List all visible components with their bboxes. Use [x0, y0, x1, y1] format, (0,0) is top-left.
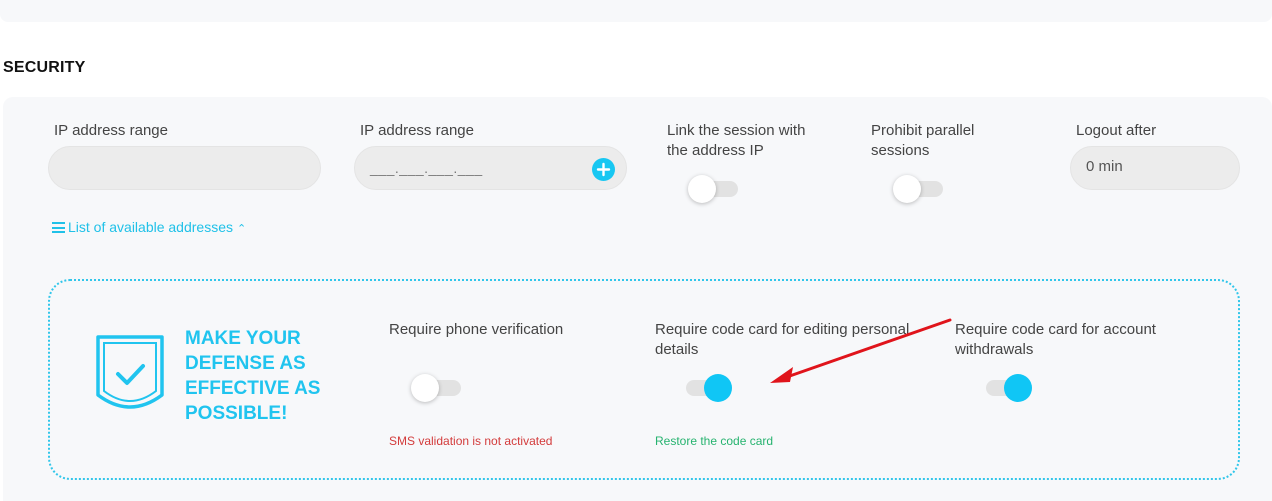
- code-card-withdrawals-label-line1: Require code card for account: [955, 321, 1156, 338]
- restore-code-card-link[interactable]: Restore the code card: [655, 434, 773, 448]
- logout-after-value: 0 min: [1086, 158, 1123, 175]
- toggle-knob: [1004, 374, 1032, 402]
- promo-line: DEFENSE AS: [185, 353, 306, 374]
- code-card-personal-label-line2: details: [655, 341, 699, 358]
- code-card-personal-toggle[interactable]: [682, 373, 734, 403]
- ip-range-2-placeholder: ___.___.___.___: [370, 160, 483, 176]
- promo-line: EFFECTIVE AS: [185, 378, 321, 399]
- logout-after-input[interactable]: 0 min: [1070, 146, 1240, 190]
- sms-status-note: SMS validation is not activated: [389, 434, 553, 448]
- logout-after-label: Logout after: [1076, 122, 1157, 139]
- promo-line: POSSIBLE!: [185, 403, 288, 424]
- toggle-knob: [704, 374, 732, 402]
- toggle-knob: [688, 175, 716, 203]
- ip-range-1-label: IP address range: [54, 122, 168, 139]
- phone-verification-label: Require phone verification: [389, 321, 564, 338]
- ip-range-2-input[interactable]: ___.___.___.___: [354, 146, 627, 190]
- section-title: SECURITY: [3, 59, 86, 76]
- plus-icon: [596, 162, 611, 177]
- prohibit-parallel-label-line1: Prohibit parallel: [871, 122, 975, 139]
- toggle-knob: [893, 175, 921, 203]
- promo-headline: MAKE YOUR DEFENSE AS EFFECTIVE AS POSSIB…: [185, 326, 335, 426]
- toggle-knob: [411, 374, 439, 402]
- link-session-label-line2: the address IP: [667, 142, 764, 159]
- prohibit-parallel-toggle[interactable]: [893, 174, 945, 204]
- annotation-arrow-icon: [770, 318, 952, 383]
- code-card-withdrawals-toggle[interactable]: [982, 373, 1034, 403]
- phone-verification-toggle[interactable]: [411, 373, 463, 403]
- promo-line: MAKE YOUR: [185, 328, 301, 349]
- chevron-up-icon: ⌃: [237, 223, 247, 235]
- previous-section-panel: [0, 0, 1272, 22]
- add-ip-button[interactable]: [592, 158, 615, 181]
- link-session-toggle[interactable]: [688, 174, 740, 204]
- prohibit-parallel-label-line2: sessions: [871, 142, 930, 159]
- list-addresses-link[interactable]: List of available addresses ⌃: [52, 219, 246, 235]
- list-addresses-label: List of available addresses: [68, 219, 233, 235]
- shield-check-icon: [96, 335, 164, 409]
- ip-range-1-input[interactable]: [48, 146, 321, 190]
- ip-range-2-label: IP address range: [360, 122, 474, 139]
- link-session-label-line1: Link the session with: [667, 122, 806, 139]
- list-icon: [52, 222, 65, 233]
- code-card-withdrawals-label-line2: withdrawals: [955, 341, 1034, 358]
